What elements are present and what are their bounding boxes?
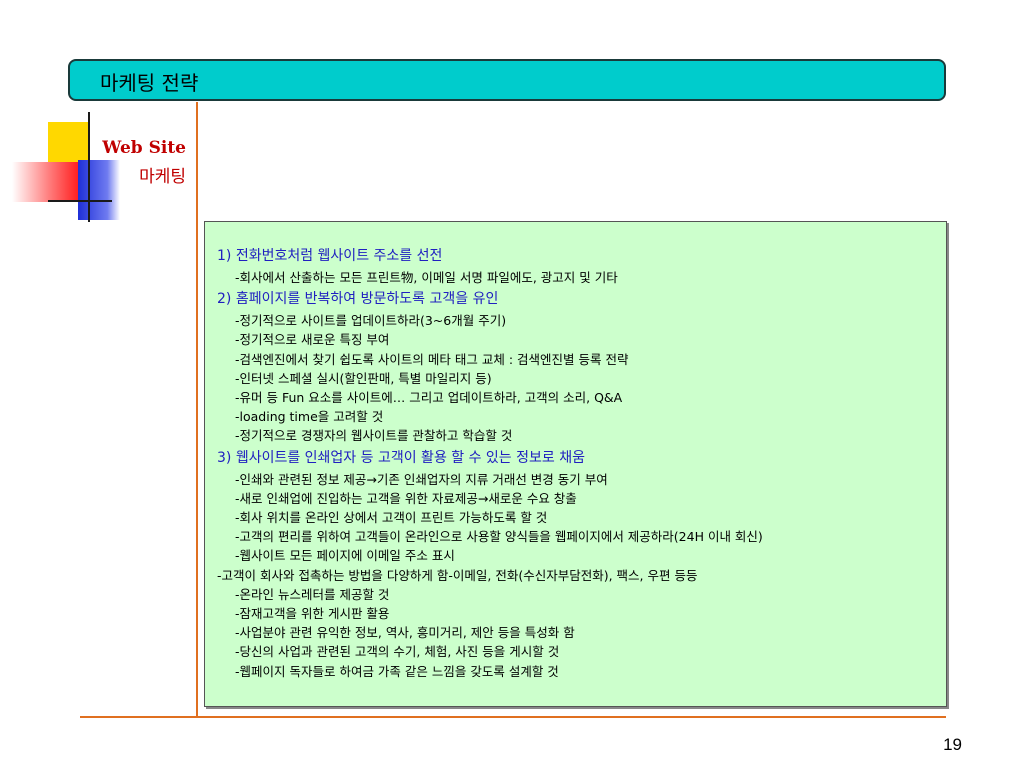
page-number: 19 — [943, 735, 962, 754]
side-label-marketing: 마케팅 — [139, 167, 186, 187]
content-box: 1) 전화번호처럼 웹사이트 주소를 선전 -회사에서 산출하는 모든 프린트物,… — [204, 221, 947, 707]
side-label-web-site: Web Site — [102, 138, 186, 158]
bullet-item: -새로 인쇄업에 진입하는 고객을 위한 자료제공→새로운 수요 창출 — [235, 490, 577, 506]
bullet-item: -인터넷 스페셜 실시(할인판매, 특별 마일리지 등) — [235, 370, 492, 386]
decor-red-square — [12, 162, 78, 202]
section-heading: 3) 웹사이트를 인쇄업자 등 고객이 활용 할 수 있는 정보로 채움 — [217, 449, 585, 466]
bullet-item: -고객이 회사와 접촉하는 방법을 다양하게 함-이메일, 전화(수신자부담전화… — [217, 567, 698, 583]
slide-title: 마케팅 전략 — [100, 71, 199, 95]
bullet-item: -회사에서 산출하는 모든 프린트物, 이메일 서명 파일에도, 광고지 및 기… — [235, 270, 618, 285]
decor-horizontal-line — [48, 200, 112, 202]
decor-blue-square — [78, 160, 120, 220]
bullet-item: -웹사이트 모든 페이지에 이메일 주소 표시 — [235, 548, 455, 564]
section-heading: 2) 홈페이지를 반복하여 방문하도록 고객을 유인 — [217, 291, 499, 308]
bullet-item: -회사 위치를 온라인 상에서 고객이 프린트 가능하도록 할 것 — [235, 510, 548, 526]
bullet-item: -정기적으로 새로운 특징 부여 — [235, 332, 390, 348]
section-heading: 1) 전화번호처럼 웹사이트 주소를 선전 — [217, 248, 443, 264]
bullet-item: -검색엔진에서 찾기 쉽도록 사이트의 메타 태그 교체 : 검색엔진별 등록 … — [235, 351, 629, 367]
bullet-item: -유머 등 Fun 요소를 사이트에… 그리고 업데이트하라, 고객의 소리, … — [235, 390, 623, 406]
decor-vertical-line — [88, 112, 90, 222]
bullet-item: -당신의 사업과 관련된 고객의 수기, 체험, 사진 등을 게시할 것 — [235, 644, 560, 660]
bullet-item: -사업분야 관련 유익한 정보, 역사, 흥미거리, 제안 등을 특성화 함 — [235, 625, 575, 641]
bullet-item: -온라인 뉴스레터를 제공할 것 — [235, 586, 390, 602]
title-bar: 마케팅 전략 — [68, 59, 946, 101]
divider-horizontal — [80, 716, 946, 718]
bullet-item: -웹페이지 독자들로 하여금 가족 같은 느낌을 갖도록 설계할 것 — [235, 663, 559, 679]
bullet-item: -잠재고객을 위한 게시판 활용 — [235, 606, 390, 622]
divider-vertical — [196, 102, 198, 716]
bullet-item: -고객의 편리를 위하여 고객들이 온라인으로 사용할 양식들을 웹페이지에서 … — [235, 529, 763, 545]
bullet-item: -정기적으로 경쟁자의 웹사이트를 관찰하고 학습할 것 — [235, 428, 513, 444]
bullet-item: -loading time을 고려할 것 — [235, 409, 384, 425]
bullet-item: -정기적으로 사이트를 업데이트하라(3~6개월 주기) — [235, 313, 507, 329]
bullet-item: -인쇄와 관련된 정보 제공→기존 인쇄업자의 지류 거래선 변경 동기 부여 — [235, 471, 608, 487]
decor-yellow-square — [48, 122, 88, 164]
